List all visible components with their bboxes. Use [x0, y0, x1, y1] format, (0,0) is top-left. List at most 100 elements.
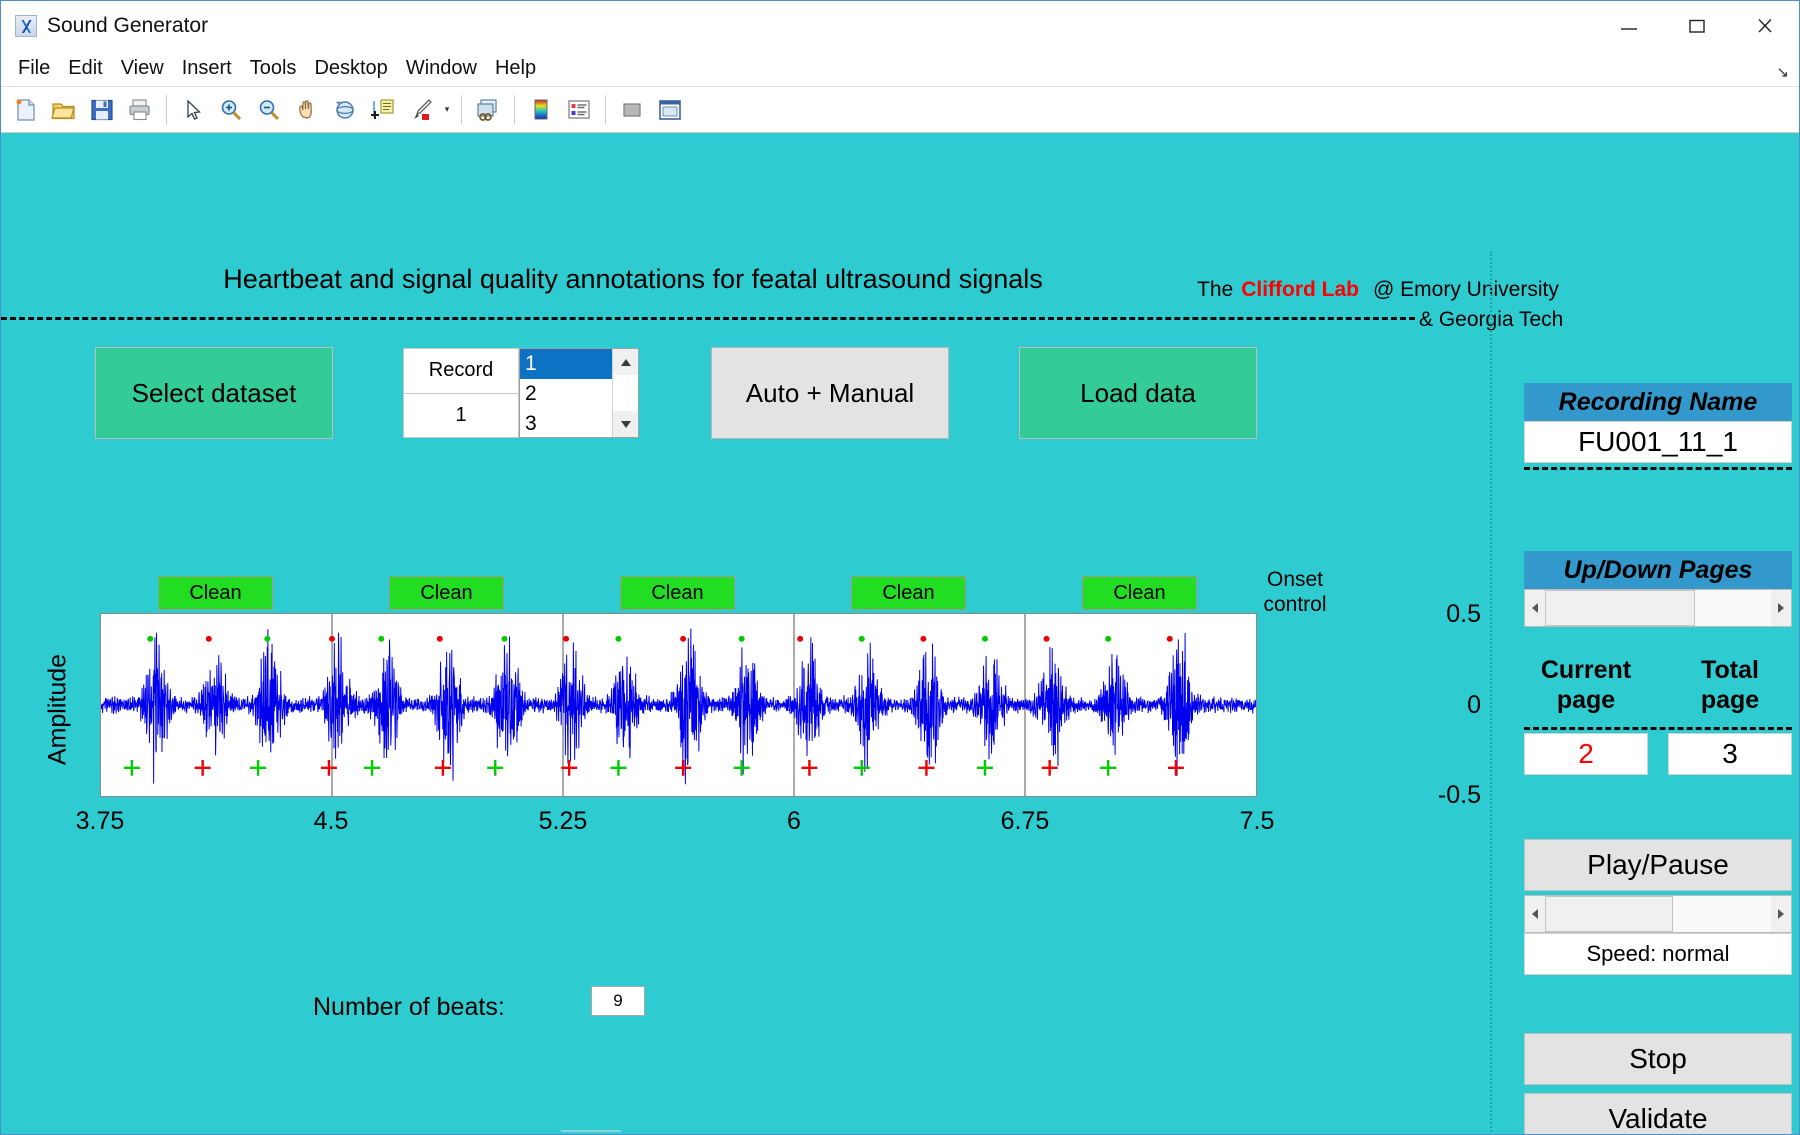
recording-name-header: Recording Name	[1524, 383, 1792, 421]
current-page-label-line-1: Current	[1540, 656, 1632, 684]
zoom-out-icon[interactable]	[250, 91, 288, 129]
page-scrollbar[interactable]	[1524, 589, 1792, 627]
pan-icon[interactable]	[288, 91, 326, 129]
sidebar-divider	[1490, 251, 1492, 1134]
window-buttons	[1595, 1, 1799, 51]
header-divider	[1, 317, 1415, 320]
total-page-label-line-1: Total	[1701, 656, 1759, 684]
y-tick-1: 0	[1467, 691, 1481, 719]
signal-quality-button-5[interactable]: Clean	[1082, 576, 1197, 610]
updown-pages-header: Up/Down Pages	[1524, 551, 1792, 589]
open-file-icon[interactable]	[45, 91, 83, 129]
y-tick-0: 0.5	[1446, 600, 1481, 628]
signal-quality-button-2[interactable]: Clean	[389, 576, 504, 610]
save-figure-icon[interactable]	[83, 91, 121, 129]
data-cursor-icon[interactable]	[364, 91, 402, 129]
scroll-right-arrow-icon[interactable]	[1771, 590, 1791, 626]
signal-quality-button-4[interactable]: Clean	[851, 576, 966, 610]
legend-icon[interactable]	[560, 91, 598, 129]
menu-item-file[interactable]: File	[9, 55, 59, 82]
y-axis-label: Amplitude	[43, 653, 72, 766]
sidebar-divider-1	[1524, 467, 1792, 470]
hide-plot-tools-icon[interactable]	[613, 91, 651, 129]
toolbar-separator	[166, 94, 167, 125]
title-bar: Sound Generator	[1, 1, 1799, 51]
x-tick-1: 4.5	[313, 807, 349, 835]
figure-canvas: Heartbeat and signal quality annotations…	[1, 133, 1799, 1134]
menu-item-help[interactable]: Help	[486, 55, 545, 82]
total-page-label-line-2: page	[1700, 686, 1760, 714]
total-page-label: Total page	[1668, 655, 1792, 715]
page-scrollbar-thumb[interactable]	[1545, 590, 1695, 626]
menu-item-view[interactable]: View	[112, 55, 173, 82]
speed-display: Speed: normal	[1524, 933, 1792, 975]
record-scrollbar-track[interactable]	[613, 375, 638, 411]
zoom-in-icon[interactable]	[212, 91, 250, 129]
record-table-value: 1	[455, 403, 467, 426]
validate-button[interactable]: Validate	[1524, 1093, 1792, 1134]
toolbar-separator	[514, 94, 515, 125]
speed-scrollbar-thumb[interactable]	[1545, 896, 1673, 932]
rotate-3d-icon[interactable]	[326, 91, 364, 129]
record-listbox[interactable]: 1 2 3	[519, 348, 639, 438]
signal-plot: Amplitude 0.5 0 -0.5 3.75 4.5 5.25 6 6.7…	[1, 600, 1482, 835]
scroll-left-arrow-icon[interactable]	[1525, 590, 1545, 626]
scroll-up-arrow-icon[interactable]	[613, 349, 638, 375]
menu-item-desktop[interactable]: Desktop	[305, 55, 396, 82]
onset-control-label: Onset control	[1259, 567, 1331, 617]
speed-scrollbar-space[interactable]	[1673, 896, 1771, 932]
application-window: Sound Generator File Edit View Insert To…	[0, 0, 1800, 1135]
menu-item-window[interactable]: Window	[397, 55, 486, 82]
record-option-3[interactable]: 3	[520, 409, 612, 437]
colorbar-icon[interactable]	[522, 91, 560, 129]
record-table-header: Record	[404, 349, 518, 394]
print-figure-icon[interactable]	[121, 91, 159, 129]
speed-scroll-right-arrow-icon[interactable]	[1771, 896, 1791, 932]
menu-item-edit[interactable]: Edit	[59, 55, 111, 82]
record-listbox-scrollbar[interactable]	[612, 349, 638, 437]
window-title: Sound Generator	[47, 14, 209, 37]
current-page-label-line-2: page	[1556, 686, 1616, 714]
speed-scrollbar[interactable]	[1524, 895, 1792, 933]
pointer-icon[interactable]	[174, 91, 212, 129]
dock-figure-icon[interactable]: ↘	[1776, 63, 1789, 81]
number-of-beats-field[interactable]: 9	[591, 986, 645, 1016]
brush-select-icon[interactable]	[402, 91, 440, 129]
current-page-value[interactable]: 2	[1524, 733, 1648, 775]
record-option-1[interactable]: 1	[520, 349, 612, 379]
auto-manual-button[interactable]: Auto + Manual	[711, 347, 949, 439]
stop-button[interactable]: Stop	[1524, 1033, 1792, 1085]
menu-item-insert[interactable]: Insert	[173, 55, 241, 82]
close-icon[interactable]	[1731, 1, 1799, 51]
lab-name: Clifford Lab	[1241, 278, 1360, 301]
signal-quality-button-1[interactable]: Clean	[158, 576, 273, 610]
signal-quality-button-3[interactable]: Clean	[620, 576, 735, 610]
signal-axes[interactable]	[100, 613, 1257, 797]
menu-item-tools[interactable]: Tools	[241, 55, 306, 82]
link-plot-icon[interactable]	[469, 91, 507, 129]
maximize-icon[interactable]	[1663, 1, 1731, 51]
tool-bar: ▾	[1, 87, 1799, 133]
speed-scrollbar-track[interactable]	[1545, 896, 1771, 932]
x-tick-2: 5.25	[538, 807, 588, 835]
x-tick-0: 3.75	[75, 807, 125, 835]
minimize-icon[interactable]	[1595, 1, 1663, 51]
new-figure-icon[interactable]	[7, 91, 45, 129]
current-page-label: Current page	[1524, 655, 1648, 715]
speed-scroll-left-arrow-icon[interactable]	[1525, 896, 1545, 932]
menu-bar: File Edit View Insert Tools Desktop Wind…	[1, 51, 1799, 87]
record-option-2[interactable]: 2	[520, 379, 612, 409]
play-pause-button[interactable]: Play/Pause	[1524, 839, 1792, 891]
lab-attribution-line-1: The Clifford Lab @ Emory University	[1197, 278, 1559, 302]
page-scrollbar-track[interactable]	[1545, 590, 1771, 626]
select-dataset-button[interactable]: Select dataset	[95, 347, 333, 439]
page-scrollbar-space[interactable]	[1695, 590, 1771, 626]
brush-dropdown-caret-icon[interactable]: ▾	[440, 91, 454, 129]
show-plot-tools-icon[interactable]	[651, 91, 689, 129]
record-listbox-items: 1 2 3	[520, 349, 612, 437]
scroll-down-arrow-icon[interactable]	[613, 411, 638, 437]
toolbar-separator	[605, 94, 606, 125]
load-data-button[interactable]: Load data	[1019, 347, 1257, 439]
record-table: Record 1	[403, 348, 519, 438]
lab-prefix: The	[1197, 278, 1234, 301]
